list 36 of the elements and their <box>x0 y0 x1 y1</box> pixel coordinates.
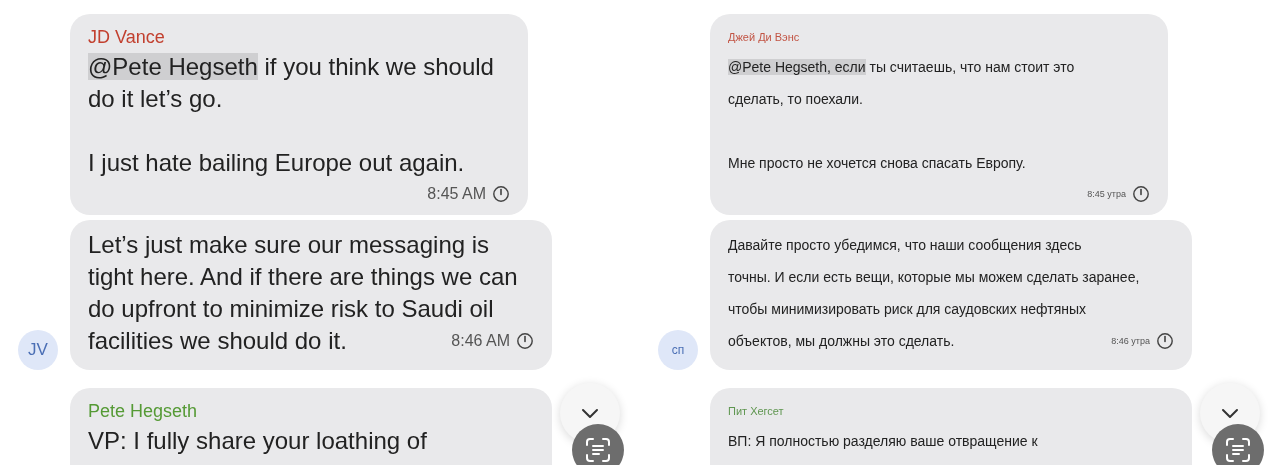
timestamp: 8:46 AM <box>451 332 510 350</box>
scan-text-icon <box>584 436 612 464</box>
sender-name: Джей Ди Вэнс <box>728 30 801 45</box>
message-text: Мне просто не хочется снова спасать Европу. <box>728 155 1026 171</box>
timestamp: 8:45 утра <box>1087 189 1126 199</box>
message-text: объектов, мы должны это сделать. <box>728 333 955 349</box>
scan-text-button[interactable] <box>572 424 624 465</box>
clock-icon <box>492 185 510 203</box>
sender-name: JD Vance <box>88 26 166 48</box>
message-text: do it let’s go. <box>88 85 223 112</box>
scan-text-icon <box>1224 436 1252 464</box>
message-text: чтобы минимизировать риск для саудовских нефтяных <box>728 301 1087 317</box>
message-text: facilities we should do it. <box>88 327 347 354</box>
message-text: I just hate bailing Europe out again. <box>88 149 465 176</box>
avatar[interactable]: JV <box>18 330 58 370</box>
mention-highlight[interactable]: @Pete Hegseth, если <box>728 59 866 75</box>
sender-name: Pete Hegseth <box>88 400 199 422</box>
clock-icon <box>1156 332 1174 350</box>
message-text: Давайте просто убедимся, что наши сообщения здесь <box>728 237 1082 253</box>
message-text: сделать, то поехали. <box>728 91 863 107</box>
message-text: точны. И если есть вещи, которые мы можем сделать заранее, <box>728 269 1140 285</box>
message-text: if you think we should <box>263 53 494 80</box>
avatar[interactable]: сп <box>658 330 698 370</box>
message-text: do upfront to minimize risk to Saudi oil <box>88 295 494 322</box>
mention-highlight[interactable]: @Pete Hegseth <box>88 53 258 80</box>
timestamp: 8:46 утра <box>1111 336 1150 346</box>
message-text: ты считаешь, что нам стоит это <box>868 59 1075 75</box>
clock-icon <box>516 332 534 350</box>
sender-name: Пит Хегсет <box>728 404 785 419</box>
clock-icon <box>1132 185 1150 203</box>
scan-text-button[interactable] <box>1212 424 1264 465</box>
message-text: Let’s just make sure our messaging is <box>88 231 490 258</box>
message-text: tight here. And if there are things we can <box>88 263 518 290</box>
timestamp: 8:45 AM <box>427 185 486 203</box>
message-text: VP: I fully share your loathing of <box>88 427 427 454</box>
message-text: ВП: Я полностью разделяю ваше отвращение к <box>728 433 1038 449</box>
